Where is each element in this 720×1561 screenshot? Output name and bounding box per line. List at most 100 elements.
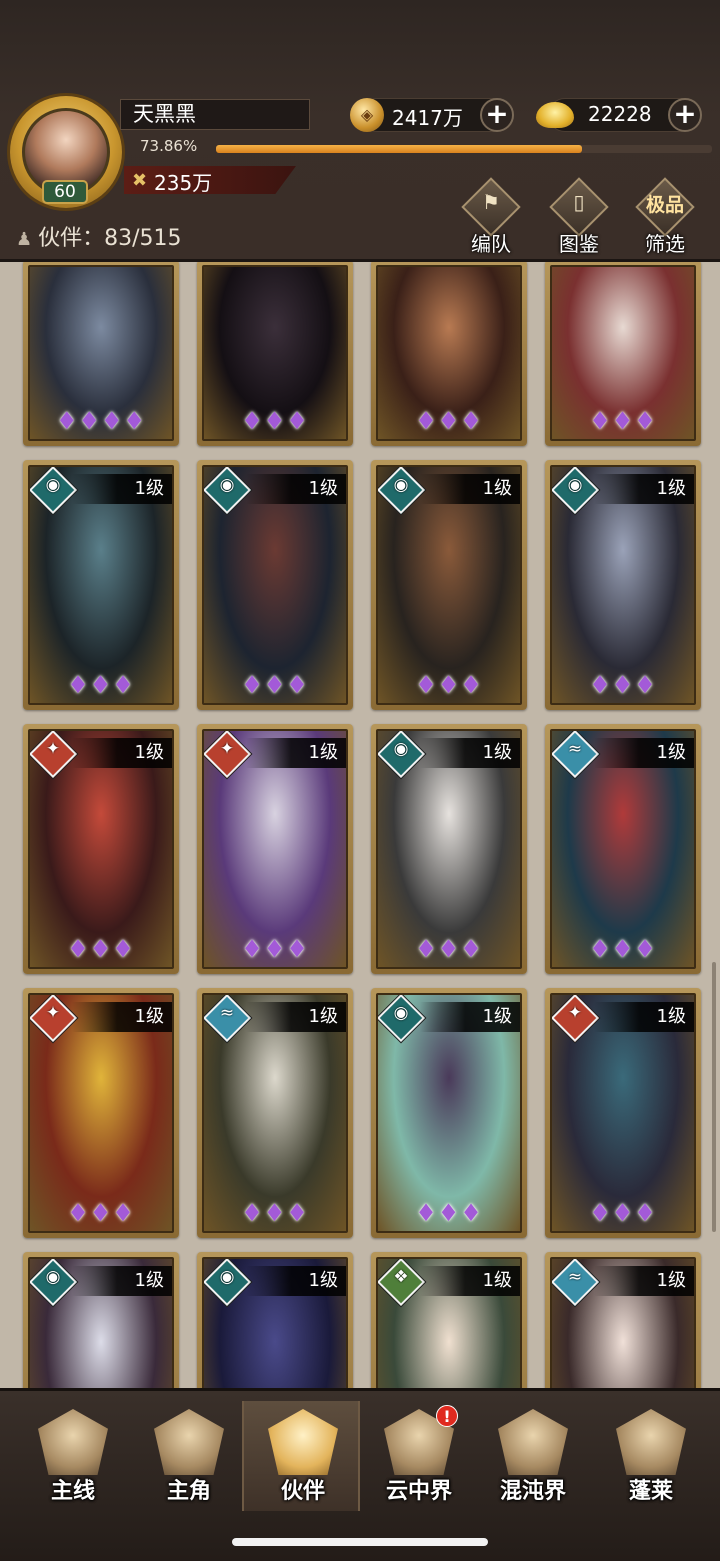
- element-glyph: ◉: [393, 1003, 409, 1023]
- power-value: 235万: [154, 171, 213, 195]
- element-glyph: ◉: [45, 475, 61, 495]
- flame-star-icon: ♦: [611, 935, 635, 963]
- partner-card[interactable]: ◉ 1级 ♦♦♦: [371, 988, 527, 1238]
- exp-percent: 73.86%: [140, 137, 198, 155]
- flame-star-icon: ♦: [634, 671, 657, 699]
- nav-tab-5[interactable]: 混沌界: [474, 1401, 592, 1511]
- element-glyph: ◉: [219, 1267, 235, 1287]
- partner-card-frame: ✦ 1级 ♦♦♦: [28, 729, 174, 969]
- formation-button[interactable]: ⚑ 编队: [456, 177, 526, 256]
- partner-card[interactable]: ◉ 1级 ♦♦♦: [23, 460, 179, 710]
- partner-level: 1级: [420, 1002, 520, 1032]
- scroll-glyph: ▯: [573, 190, 585, 214]
- flame-star-icon: ♦: [123, 407, 147, 435]
- partner-card-frame: ◉ 1级 ♦♦♦: [28, 465, 174, 705]
- partner-card[interactable]: ♦♦♦: [371, 262, 527, 446]
- flame-star-icon: ♦: [286, 1199, 309, 1227]
- codex-button[interactable]: ▯ 图鉴: [544, 177, 614, 256]
- partner-card[interactable]: ≈1级 ♦♦♦: [197, 988, 353, 1238]
- nav-tab-2[interactable]: 主角: [130, 1401, 248, 1511]
- element-glyph: ≈: [219, 1003, 235, 1023]
- power-icon: ✖: [132, 170, 148, 191]
- flame-star-icon: ♦: [634, 1199, 657, 1227]
- partner-level: 1级: [420, 738, 520, 768]
- partner-card[interactable]: ✦ 1级 ♦♦♦: [545, 988, 701, 1238]
- star-rating: ♦♦♦: [30, 671, 172, 699]
- flame-star-icon: ♦: [112, 935, 135, 963]
- partner-card-frame: ◉ 1级: [202, 1257, 348, 1388]
- flame-star-icon: ♦: [286, 671, 309, 699]
- partner-count: ♟ 伙伴：83/515: [16, 220, 182, 252]
- tower-icon: [498, 1409, 568, 1475]
- partner-card[interactable]: ◉ 1级 ♦♦♦: [197, 460, 353, 710]
- partner-card[interactable]: ♦♦♦: [197, 262, 353, 446]
- flame-star-icon: ♦: [589, 935, 612, 963]
- partner-card[interactable]: ✦ 1级 ♦♦♦: [197, 724, 353, 974]
- nav-tab-6[interactable]: 蓬莱: [592, 1401, 710, 1511]
- nav-tab-3[interactable]: 伙伴: [242, 1401, 360, 1511]
- partner-card[interactable]: ◉ 1级: [23, 1252, 179, 1388]
- partner-card[interactable]: ❖ 1级: [371, 1252, 527, 1388]
- flame-star-icon: ♦: [611, 1199, 635, 1227]
- element-glyph: ◉: [393, 475, 409, 495]
- star-rating: ♦♦♦: [30, 935, 172, 963]
- partner-level: 1级: [594, 738, 694, 768]
- partner-card[interactable]: ◉ 1级 ♦♦♦: [371, 724, 527, 974]
- star-rating: ♦♦♦: [30, 1199, 172, 1227]
- partner-level: 1级: [246, 738, 346, 768]
- flame-star-icon: ♦: [460, 407, 483, 435]
- partner-card-frame: ❖ 1级: [376, 1257, 522, 1388]
- partner-card[interactable]: ✦ 1级 ♦♦♦: [23, 724, 179, 974]
- formation-label: 编队: [471, 232, 511, 256]
- partner-level: 1级: [72, 738, 172, 768]
- partner-card-frame: ♦♦♦: [376, 265, 522, 441]
- grid-scrollbar[interactable]: [712, 962, 716, 1232]
- partner-count-icon: ♟: [16, 229, 33, 250]
- element-glyph: ◉: [219, 475, 235, 495]
- codex-label: 图鉴: [559, 232, 599, 256]
- partner-card[interactable]: ♦♦♦: [545, 262, 701, 446]
- flame-star-icon: ♦: [460, 935, 483, 963]
- partner-card[interactable]: ♦♦♦♦: [23, 262, 179, 446]
- partner-card[interactable]: ✦ 1级 ♦♦♦: [23, 988, 179, 1238]
- flame-star-icon: ♦: [241, 935, 264, 963]
- flag-glyph: ⚑: [482, 190, 500, 214]
- partner-level: 1级: [246, 1002, 346, 1032]
- top-status-bar: 60 天黑黑 73.86% ✖ 235万 ◈ 2417万 + 22228 + ♟…: [0, 0, 720, 262]
- partner-level: 1级: [594, 1266, 694, 1296]
- flame-star-icon: ♦: [634, 407, 657, 435]
- star-rating: ♦♦♦: [552, 671, 694, 699]
- partner-count-label: 伙伴：83/515: [38, 226, 182, 251]
- flame-star-icon: ♦: [241, 407, 264, 435]
- flame-star-icon: ♦: [286, 935, 309, 963]
- flame-star-icon: ♦: [415, 671, 438, 699]
- home-indicator[interactable]: [232, 1538, 488, 1546]
- exp-bar-fill: [216, 145, 583, 153]
- element-glyph: ◉: [45, 1267, 61, 1287]
- flame-star-icon: ♦: [437, 935, 461, 963]
- star-rating: ♦♦♦: [204, 407, 346, 435]
- flame-star-icon: ♦: [78, 407, 101, 435]
- partner-card-frame: ✦ 1级 ♦♦♦: [28, 993, 174, 1233]
- filter-button[interactable]: 极品 筛选: [630, 177, 700, 256]
- partner-card[interactable]: ◉ 1级 ♦♦♦: [371, 460, 527, 710]
- partner-card[interactable]: ≈1级 ♦♦♦: [545, 724, 701, 974]
- partner-card[interactable]: ◉ 1级: [197, 1252, 353, 1388]
- partner-card-frame: ◉ 1级 ♦♦♦: [376, 465, 522, 705]
- add-gold-button[interactable]: +: [668, 98, 702, 132]
- partner-card[interactable]: ≈1级: [545, 1252, 701, 1388]
- flame-star-icon: ♦: [611, 407, 635, 435]
- partner-card[interactable]: ◉ 1级 ♦♦♦: [545, 460, 701, 710]
- partner-card-frame: ≈1级 ♦♦♦: [202, 993, 348, 1233]
- add-coin-button[interactable]: +: [480, 98, 514, 132]
- nav-tab-1[interactable]: 主线: [14, 1401, 132, 1511]
- flame-star-icon: ♦: [437, 1199, 461, 1227]
- flame-star-icon: ♦: [589, 407, 612, 435]
- partner-level: 1级: [420, 1266, 520, 1296]
- partner-card-frame: ♦♦♦: [550, 265, 696, 441]
- star-rating: ♦♦♦: [552, 935, 694, 963]
- partner-card-frame: ✦ 1级 ♦♦♦: [550, 993, 696, 1233]
- nav-tab-4[interactable]: 云中界!: [360, 1401, 478, 1511]
- crossed-swords-icon: [38, 1409, 108, 1475]
- partner-level: 1级: [246, 474, 346, 504]
